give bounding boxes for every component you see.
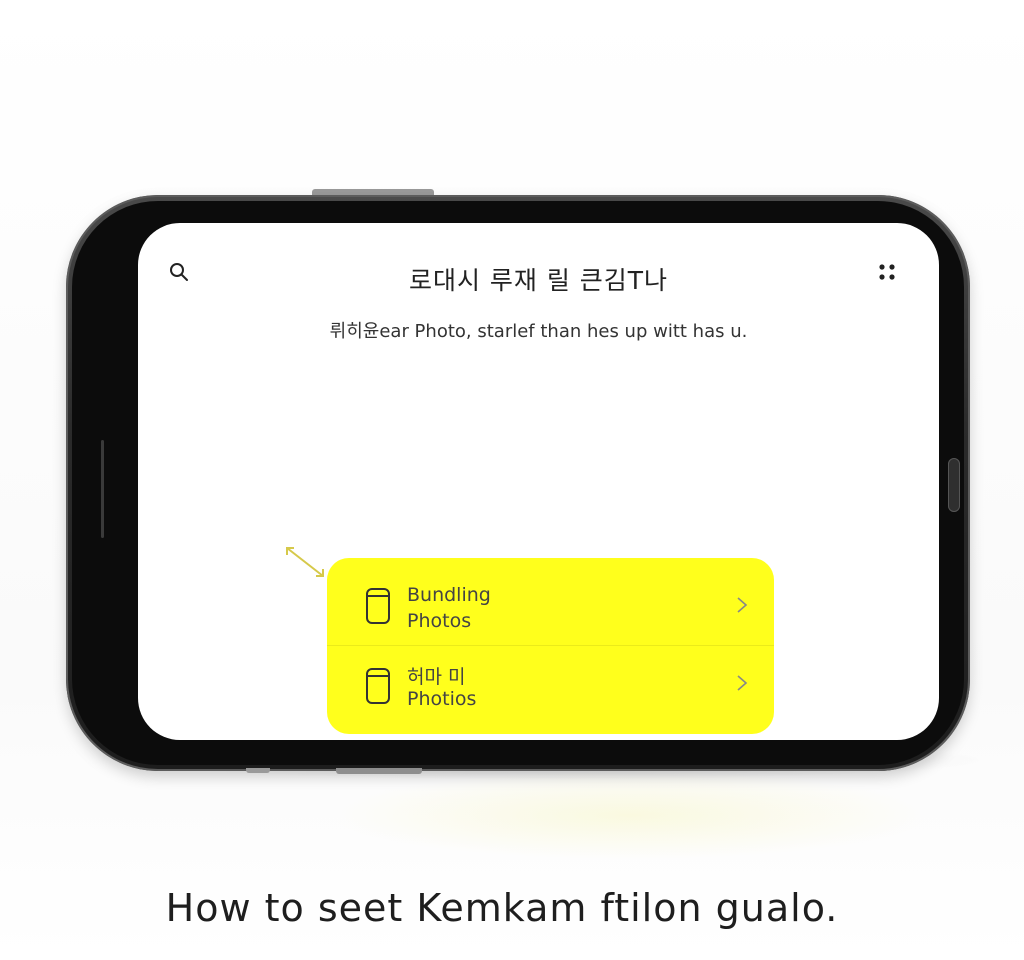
image-caption: How to seet Kemkam ftilon gualo. [165, 886, 839, 930]
page-title: 로대시 루재 릴 큰김T나 [408, 266, 669, 295]
phone-side-slit [101, 440, 104, 538]
phone-screen: 로대시 루재 릴 큰김T나 뤼히윤ear Photo, starlef than… [138, 223, 939, 740]
phone-bottom-button-small [246, 768, 270, 773]
photo-options-card: Bundling Photos 허마 미 Photios [327, 558, 774, 734]
scene: 로대시 루재 릴 큰김T나 뤼히윤ear Photo, starlef than… [0, 0, 1024, 960]
phone-bottom-button [336, 768, 422, 774]
list-item-photios[interactable]: 허마 미 Photios [327, 646, 774, 732]
cylinder-icon [366, 588, 390, 624]
list-item-subtitle: Photos [407, 610, 472, 632]
cylinder-icon [366, 668, 390, 704]
list-item-bundling-photos[interactable]: Bundling Photos [327, 558, 774, 644]
chevron-right-icon [737, 597, 748, 613]
list-item-subtitle: Photios [407, 688, 477, 710]
four-dots-icon[interactable] [876, 261, 898, 283]
floor-glow [330, 770, 930, 860]
list-item-title: 허마 미 [407, 666, 466, 688]
phone-side-button [948, 458, 960, 512]
page-subtitle: 뤼히윤ear Photo, starlef than hes up witt h… [329, 321, 748, 342]
list-item-title: Bundling [407, 584, 491, 606]
double-arrow-icon [286, 547, 324, 577]
chevron-right-icon [737, 675, 748, 691]
